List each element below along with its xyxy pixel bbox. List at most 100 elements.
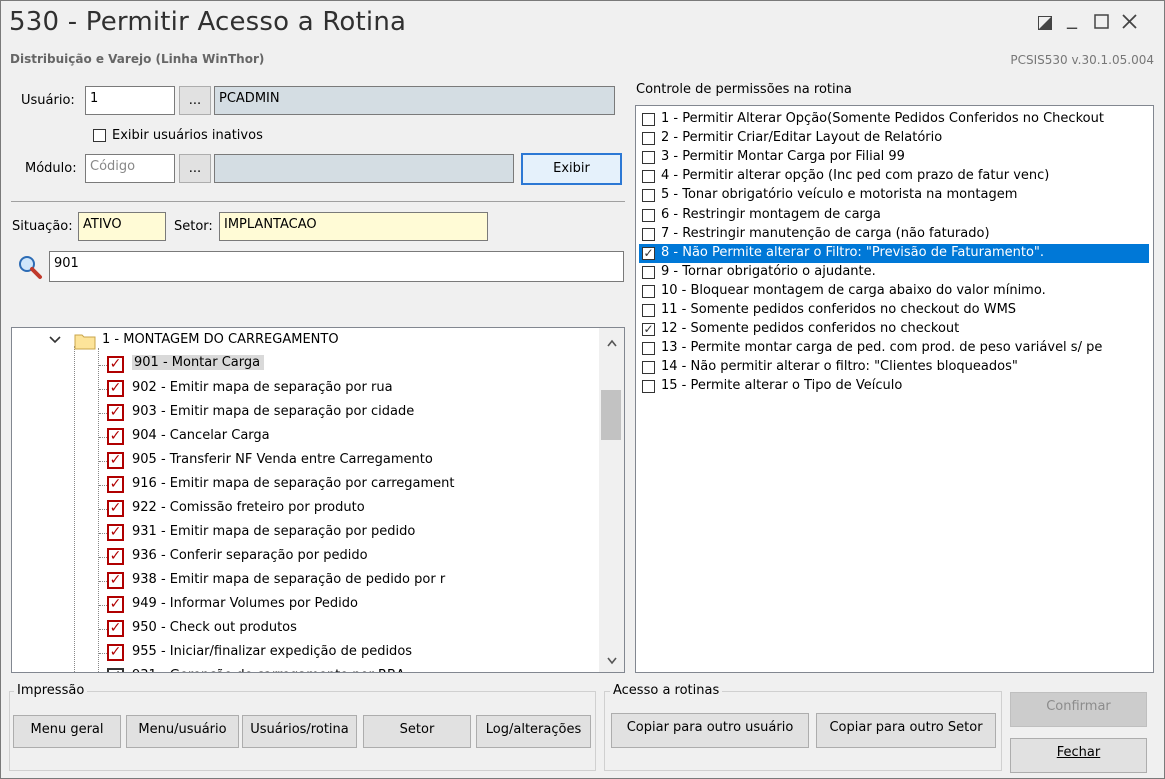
minimize-icon[interactable]: _ <box>1067 5 1077 29</box>
show-inactive-checkbox[interactable] <box>93 129 106 142</box>
user-browse-button[interactable]: ... <box>179 86 211 115</box>
permission-item[interactable]: 11 - Somente pedidos conferidos no check… <box>639 301 1149 320</box>
tree-group-row[interactable]: 1 - MONTAGEM DO CARREGAMENTO <box>12 329 592 353</box>
permission-item[interactable]: 14 - Não permitir alterar o filtro: "Cli… <box>639 358 1149 377</box>
chevron-down-icon[interactable] <box>49 334 61 349</box>
close-icon[interactable] <box>1122 10 1137 34</box>
permission-checkbox[interactable]: ✓ <box>642 246 655 260</box>
version-label: PCSIS530 v.30.1.05.004 <box>1010 53 1154 67</box>
permission-checkbox[interactable] <box>642 170 655 184</box>
module-browse-button[interactable]: ... <box>179 154 211 183</box>
tree-item-checkbox[interactable]: ✓ <box>107 452 124 469</box>
tree-item-checkbox[interactable]: ✓ <box>107 380 124 397</box>
tree-item-label: 955 - Iniciar/finalizar expedição de ped… <box>132 644 413 659</box>
permission-checkbox[interactable] <box>642 304 655 317</box>
permission-checkbox[interactable] <box>642 227 655 241</box>
permission-item[interactable]: 5 - Tonar obrigatório veículo e motorist… <box>639 186 1149 205</box>
module-name-field <box>214 154 514 183</box>
show-button[interactable]: Exibir <box>521 153 622 185</box>
permission-item[interactable]: ✓ 12 - Somente pedidos conferidos no chec… <box>639 320 1149 339</box>
maximize-icon[interactable] <box>1094 10 1109 34</box>
tree-item[interactable]: ✓ 905 - Transferir NF Venda entre Carrega… <box>12 449 592 473</box>
permission-item[interactable]: 4 - Permitir alterar opção (Inc ped com … <box>639 167 1149 186</box>
permission-item[interactable]: 9 - Tornar obrigatório o ajudante. <box>639 263 1149 282</box>
permission-item[interactable]: 13 - Permite montar carga de ped. com pr… <box>639 339 1149 358</box>
permission-checkbox[interactable] <box>642 113 655 126</box>
permission-checkbox[interactable] <box>642 342 655 356</box>
user-code-input[interactable]: 1 <box>85 86 175 115</box>
scroll-down-icon[interactable] <box>607 654 617 669</box>
tree-item-checkbox[interactable]: ✓ <box>107 668 124 672</box>
permission-checkbox[interactable] <box>642 265 655 279</box>
log-changes-button[interactable]: Log/alterações <box>476 715 591 748</box>
tree-item-checkbox[interactable]: ✓ <box>107 644 124 661</box>
tree-item-checkbox[interactable]: ✓ <box>107 572 124 589</box>
tree-item[interactable]: ✓ 901 - Montar Carga <box>12 353 592 377</box>
tree-item[interactable]: ✓ 922 - Comissão freteiro por produto <box>12 497 592 521</box>
permission-item[interactable]: 3 - Permitir Montar Carga por Filial 99 <box>639 148 1149 167</box>
module-code-input[interactable]: Código <box>85 154 175 183</box>
tree-guide-line <box>99 389 107 390</box>
tree-item[interactable]: ✓ 950 - Check out produtos <box>12 617 592 641</box>
tree-item-checkbox[interactable]: ✓ <box>107 596 124 613</box>
tree-guide-line <box>99 533 107 534</box>
tree-item[interactable]: ✓ 916 - Emitir mapa de separação por carr… <box>12 473 592 497</box>
close-button[interactable]: Fechar <box>1010 738 1147 773</box>
sector-button[interactable]: Setor <box>363 715 471 748</box>
permission-checkbox[interactable] <box>642 208 655 222</box>
permission-item[interactable]: 10 - Bloquear montagem de carga abaixo d… <box>639 282 1149 301</box>
tree-item[interactable]: ✓ 903 - Emitir mapa de separação por cida… <box>12 401 592 425</box>
permission-item[interactable]: 2 - Permitir Criar/Editar Layout de Rela… <box>639 129 1149 148</box>
permission-item[interactable]: 1 - Permitir Alterar Opção(Somente Pedid… <box>639 110 1149 129</box>
permission-item[interactable]: 7 - Restringir manutenção de carga (não … <box>639 225 1149 244</box>
tree-item[interactable]: ✓ 902 - Emitir mapa de separação por rua <box>12 377 592 401</box>
tree-item[interactable]: ✓ 904 - Cancelar Carga <box>12 425 592 449</box>
scroll-up-icon[interactable] <box>607 336 617 351</box>
tree-item[interactable]: ✓ 931 - Gerenção de carregamento por RBA <box>12 665 592 672</box>
permission-checkbox[interactable] <box>642 189 655 203</box>
tree-group-label: 1 - MONTAGEM DO CARREGAMENTO <box>102 332 339 347</box>
tree-item-checkbox[interactable]: ✓ <box>107 548 124 565</box>
tree-item-checkbox[interactable]: ✓ <box>107 524 124 541</box>
permissions-list[interactable]: 1 - Permitir Alterar Opção(Somente Pedid… <box>635 105 1154 673</box>
copy-to-user-button[interactable]: Copiar para outro usuário <box>611 713 809 748</box>
tree-item-checkbox[interactable]: ✓ <box>107 620 124 637</box>
tree-item[interactable]: ✓ 936 - Conferir separação por pedido <box>12 545 592 569</box>
print-group-label: Impressão <box>14 683 88 698</box>
tree-item[interactable]: ✓ 949 - Informar Volumes por Pedido <box>12 593 592 617</box>
permission-checkbox[interactable] <box>642 380 655 394</box>
permission-item[interactable]: 15 - Permite alterar o Tipo de Veículo <box>639 377 1149 396</box>
user-menu-button[interactable]: Menu/usuário <box>126 715 239 748</box>
restore-icon[interactable] <box>1038 11 1052 35</box>
copy-to-sector-button[interactable]: Copiar para outro Setor <box>816 713 996 748</box>
users-routine-button[interactable]: Usuários/rotina <box>242 715 357 748</box>
permission-checkbox[interactable] <box>642 132 655 146</box>
confirm-button[interactable]: Confirmar <box>1010 692 1147 727</box>
tree-item[interactable]: ✓ 931 - Emitir mapa de separação por pedi… <box>12 521 592 545</box>
tree-item-label: 902 - Emitir mapa de separação por rua <box>132 380 393 395</box>
permission-item[interactable]: 6 - Restringir montagem de carga <box>639 206 1149 225</box>
tree-item-checkbox[interactable]: ✓ <box>107 404 124 421</box>
permission-item[interactable]: ✓ 8 - Não Permite alterar o Filtro: "Prev… <box>639 243 1149 263</box>
tree-item-checkbox[interactable]: ✓ <box>107 356 124 373</box>
routine-tree[interactable]: 1 - MONTAGEM DO CARREGAMENTO ✓ 901 - Mont… <box>11 327 625 673</box>
tree-item-checkbox[interactable]: ✓ <box>107 476 124 493</box>
tree-scroll-thumb[interactable] <box>601 390 621 440</box>
permission-checkbox[interactable] <box>642 284 655 298</box>
tree-item-label: 922 - Comissão freteiro por produto <box>132 500 365 515</box>
permission-checkbox[interactable]: ✓ <box>642 323 655 337</box>
tree-guide-line <box>99 509 107 510</box>
tree-item-checkbox[interactable]: ✓ <box>107 428 124 445</box>
permission-checkbox[interactable] <box>642 151 655 165</box>
permission-checkbox[interactable] <box>642 361 655 375</box>
tree-item[interactable]: ✓ 955 - Iniciar/finalizar expedição de pe… <box>12 641 592 665</box>
title-bar: 530 - Permitir Acesso a Rotina Distribui… <box>1 1 1164 77</box>
tree-item-label: 904 - Cancelar Carga <box>132 428 270 443</box>
tree-guide-line <box>99 413 107 414</box>
tree-item-label: 916 - Emitir mapa de separação por carre… <box>132 476 455 491</box>
tree-item-checkbox[interactable]: ✓ <box>107 500 124 517</box>
tree-item[interactable]: ✓ 938 - Emitir mapa de separação de pedid… <box>12 569 592 593</box>
search-input[interactable]: 901 <box>49 251 624 282</box>
tree-scrollbar[interactable] <box>599 328 624 672</box>
general-menu-button[interactable]: Menu geral <box>13 715 121 748</box>
